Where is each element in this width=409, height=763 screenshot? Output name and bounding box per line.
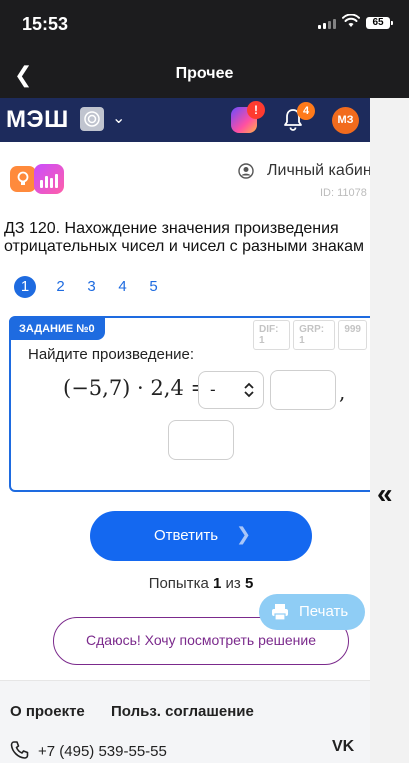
attempt-current: 1: [213, 575, 222, 592]
user-icon: [238, 163, 254, 179]
lightbulb-icon[interactable]: [10, 166, 36, 192]
cabinet-id: ID: 11078: [320, 187, 367, 199]
personal-cabinet-link[interactable]: Личный кабин: [267, 162, 370, 180]
web-content: МЭШ ⌄ ! 4 МЗ Личный кабин ID: 11078 ДЗ 1…: [0, 98, 370, 763]
agreement-link[interactable]: Польз. соглашение: [111, 703, 254, 720]
wifi-icon: [342, 14, 360, 27]
stats-bars-icon[interactable]: [34, 164, 64, 194]
app-header: МЭШ ⌄ ! 4 МЗ: [0, 98, 370, 142]
notification-count-badge: 4: [297, 102, 315, 120]
page-3[interactable]: 3: [76, 276, 107, 298]
emblem-icon: [80, 107, 104, 131]
app-launcher-icon[interactable]: !: [231, 101, 265, 133]
page-2[interactable]: 2: [45, 276, 76, 298]
phone-icon: [10, 741, 29, 759]
phone-link[interactable]: +7 (495) 539-55-55: [10, 741, 167, 760]
answer-button-label: Ответить: [153, 527, 219, 544]
page-5[interactable]: 5: [138, 276, 169, 298]
notifications-button[interactable]: 4: [282, 102, 315, 131]
battery-icon: 65: [366, 17, 393, 29]
page-4[interactable]: 4: [107, 276, 138, 298]
page-1[interactable]: 1: [14, 276, 36, 298]
select-arrows-icon: [244, 382, 254, 398]
decimal-comma: ,: [339, 380, 346, 404]
exercise-label: ЗАДАНИЕ №0: [9, 318, 105, 340]
attempt-counter: Попытка 1 из 5: [0, 575, 370, 592]
exercise-prompt: Найдите произведение:: [28, 346, 195, 363]
print-button[interactable]: Печать: [259, 594, 365, 630]
avatar[interactable]: МЗ: [332, 107, 359, 134]
nav-title: Прочее: [175, 65, 234, 82]
collapse-panel-icon[interactable]: «: [377, 478, 393, 510]
math-expression: (−5,7) · 2,4 =: [63, 376, 209, 400]
attempt-of: из: [225, 575, 241, 592]
task-title: ДЗ 120. Нахождение значения произведения…: [4, 220, 370, 256]
phone-number: +7 (495) 539-55-55: [38, 743, 167, 760]
exercise-meta-chips: DIF: 1 GRP: 1 999: [253, 320, 370, 350]
task-title-line-2: отрицательных чисел и чисел с разными зн…: [4, 238, 365, 255]
navigation-bar: ❮ Прочее: [0, 52, 409, 98]
cellular-signal-icon: [318, 19, 336, 29]
sub-header: Личный кабин ID: 11078: [0, 158, 370, 208]
integer-part-input[interactable]: [270, 370, 336, 410]
side-panel: «: [370, 98, 409, 763]
task-title-line-1: ДЗ 120. Нахождение значения произведения: [4, 220, 339, 237]
sign-select-value: -: [210, 380, 216, 399]
status-bar: 15:53 65: [0, 0, 409, 52]
mesh-logo[interactable]: МЭШ: [6, 106, 69, 134]
chevron-right-icon: ❯: [236, 524, 252, 544]
sign-select[interactable]: -: [198, 371, 264, 409]
status-time: 15:53: [22, 14, 69, 34]
id-chip: 999: [338, 320, 367, 350]
printer-icon: [272, 604, 288, 621]
difficulty-chip: DIF: 1: [253, 320, 291, 350]
chevron-down-icon[interactable]: ⌄: [112, 108, 125, 128]
alert-badge: !: [247, 101, 265, 119]
attempt-total: 5: [244, 575, 254, 592]
vk-icon[interactable]: VK: [332, 738, 354, 756]
footer: О проекте Польз. соглашение +7 (495) 539…: [0, 681, 370, 763]
group-chip: GRP: 1: [293, 320, 336, 350]
print-button-label: Печать: [299, 603, 349, 620]
task-pager: 1 2 3 4 5: [14, 276, 169, 298]
fraction-part-input[interactable]: [168, 420, 234, 460]
attempt-prefix: Попытка: [148, 575, 209, 592]
about-link[interactable]: О проекте: [10, 703, 85, 720]
answer-button[interactable]: Ответить ❯: [90, 511, 312, 561]
